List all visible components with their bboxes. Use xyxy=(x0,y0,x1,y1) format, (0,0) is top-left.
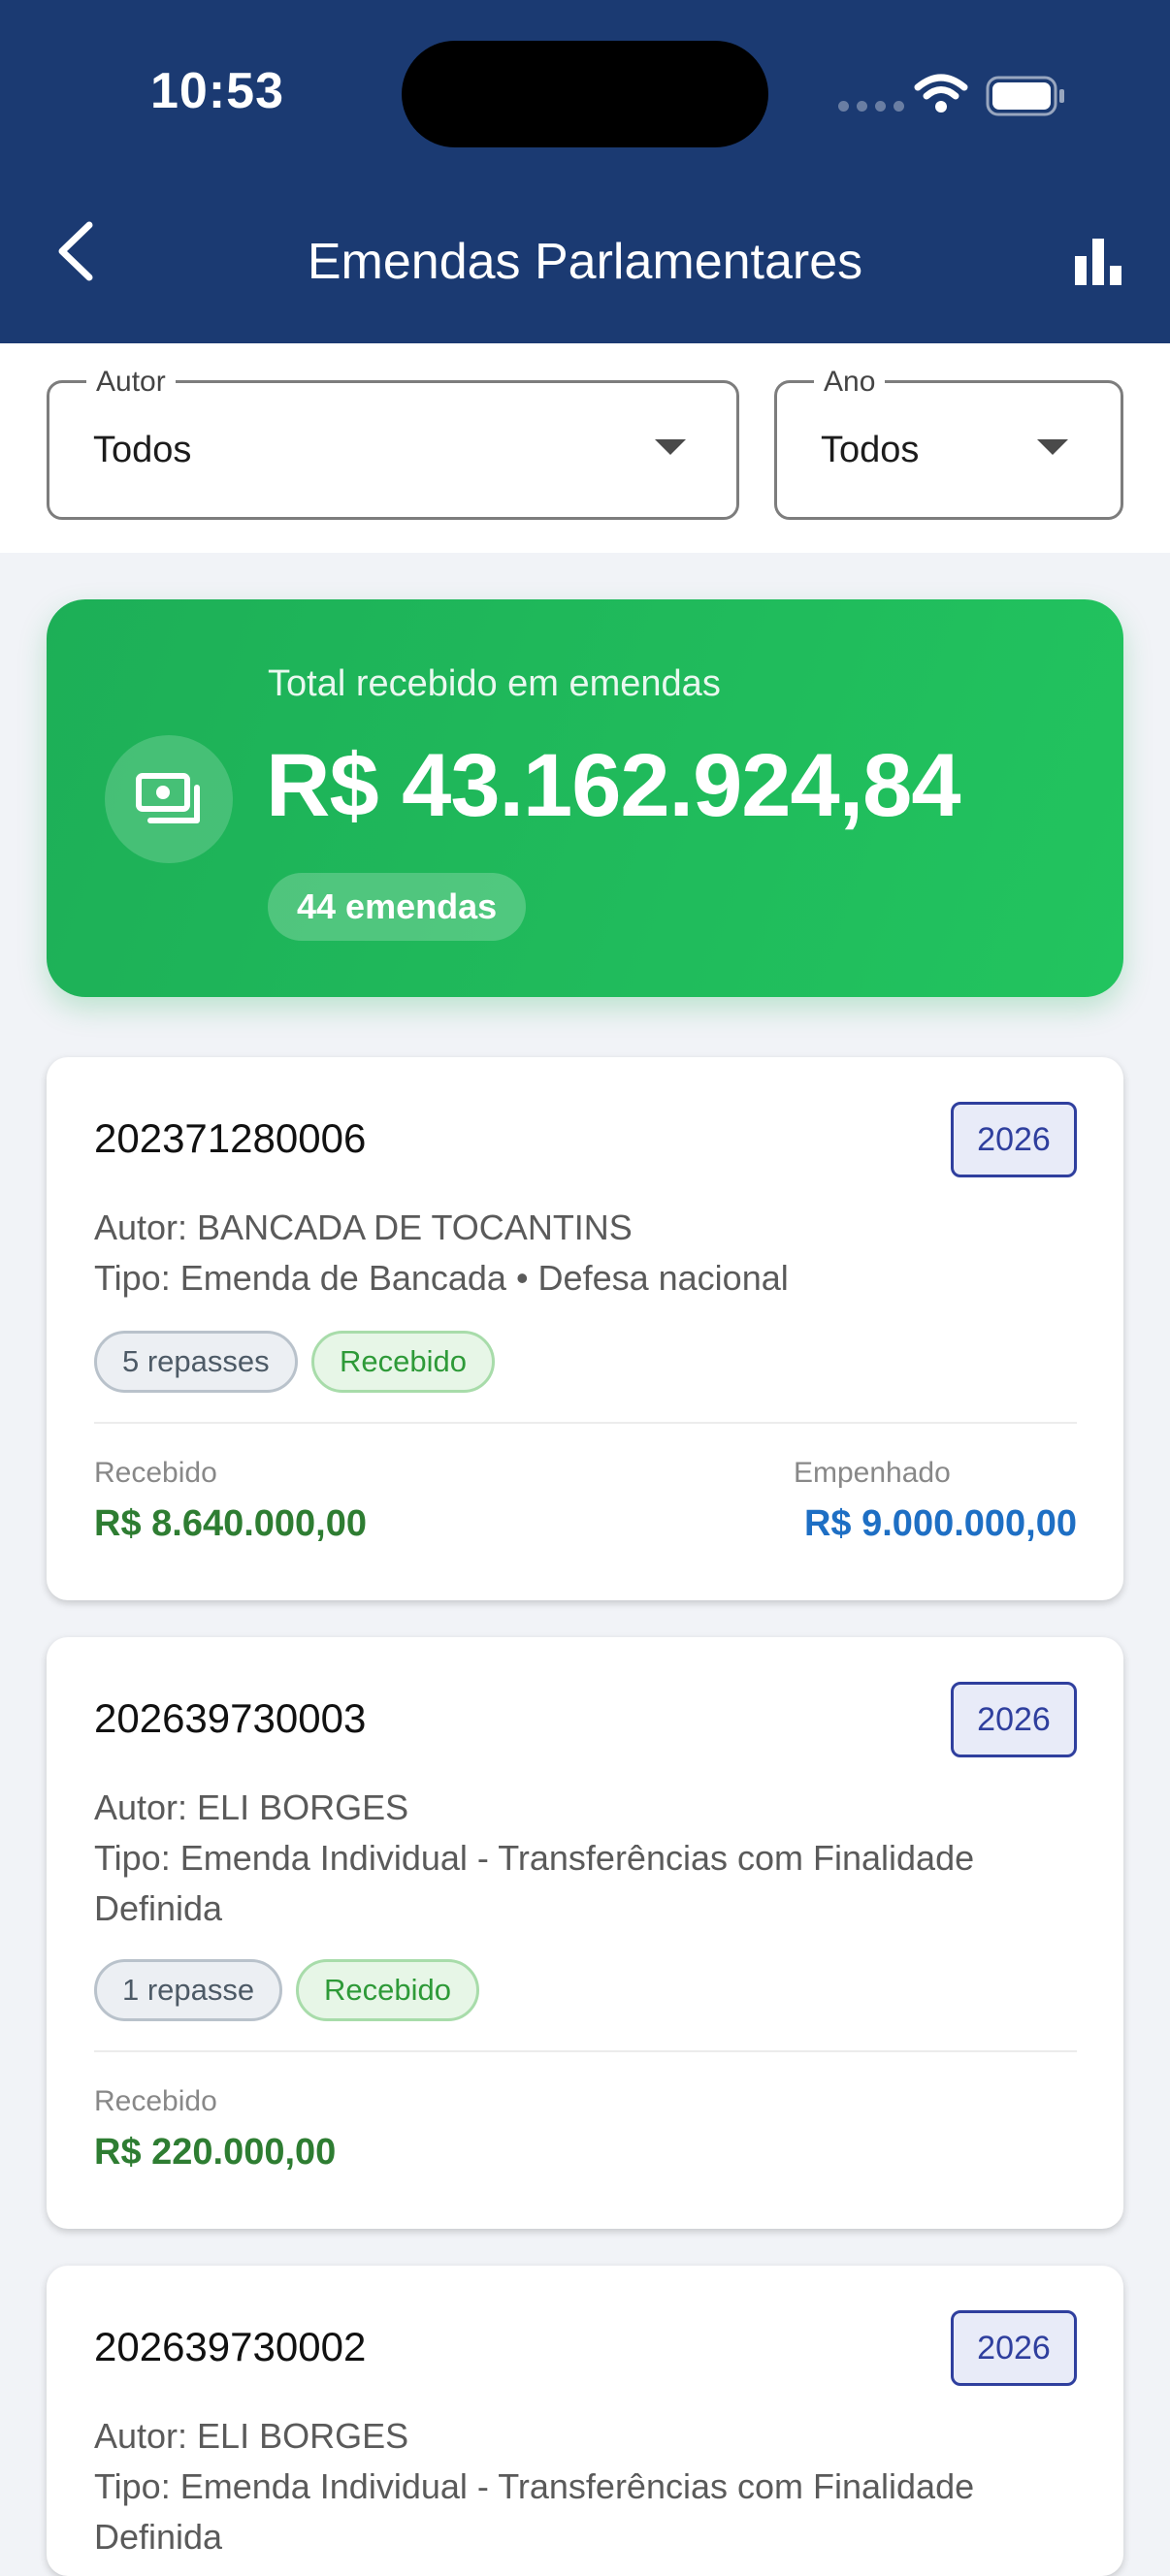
bar-chart-icon xyxy=(1075,239,1121,285)
status-chip: Recebido xyxy=(311,1331,495,1393)
emenda-author: Autor: ELI BORGES xyxy=(94,2416,409,2456)
dropdown-arrow-icon xyxy=(655,439,686,455)
repasses-chip: 5 repasses xyxy=(94,1331,298,1393)
emenda-card[interactable]: 202639730003 2026 Autor: ELI BORGES Tipo… xyxy=(47,1637,1123,2229)
cellular-signal-icon xyxy=(838,101,904,112)
total-count-badge: 44 emendas xyxy=(268,873,527,941)
total-label: Total recebido em emendas xyxy=(268,663,721,704)
app-header: 10:53 Emendas Parlamentares xyxy=(0,0,1170,343)
emenda-card[interactable]: 202639730002 2026 Autor: ELI BORGES Tipo… xyxy=(47,2266,1123,2576)
received-label: Recebido xyxy=(94,1457,217,1489)
year-select[interactable]: Ano Todos xyxy=(774,366,1123,520)
author-select-label: Autor xyxy=(86,366,176,399)
filter-bar: Autor Todos Ano Todos xyxy=(0,343,1170,553)
emenda-type-cont: Definida xyxy=(94,1888,223,1928)
divider xyxy=(94,1422,1077,1424)
received-value: R$ 8.640.000,00 xyxy=(94,1503,368,1544)
committed-value: R$ 9.000.000,00 xyxy=(803,1503,1077,1544)
wifi-icon xyxy=(914,74,968,113)
emenda-author: Autor: BANCADA DE TOCANTINS xyxy=(94,1208,633,1247)
author-select[interactable]: Autor Todos xyxy=(47,366,739,520)
status-time: 10:53 xyxy=(150,63,284,119)
emenda-type: Tipo: Emenda de Bancada • Defesa naciona… xyxy=(94,1258,789,1298)
year-select-value: Todos xyxy=(821,430,920,470)
money-icon xyxy=(136,773,200,823)
page-title: Emendas Parlamentares xyxy=(307,234,863,290)
year-badge: 2026 xyxy=(951,1682,1077,1757)
statistics-button[interactable] xyxy=(1073,237,1123,287)
received-value: R$ 220.000,00 xyxy=(94,2132,337,2173)
year-badge: 2026 xyxy=(951,2310,1077,2386)
emenda-id: 202371280006 xyxy=(94,1115,367,1161)
emenda-type-cont: Definida xyxy=(94,2517,223,2557)
battery-icon xyxy=(986,76,1064,116)
dynamic-island xyxy=(402,41,768,147)
emenda-id: 202639730002 xyxy=(94,2324,367,2369)
repasses-chip: 1 repasse xyxy=(94,1959,283,2021)
divider xyxy=(94,2050,1077,2052)
year-select-label: Ano xyxy=(814,366,886,399)
emenda-id: 202639730003 xyxy=(94,1695,367,1741)
received-label: Recebido xyxy=(94,2085,217,2117)
author-select-value: Todos xyxy=(93,430,192,470)
status-chip: Recebido xyxy=(296,1959,479,2021)
money-icon-circle xyxy=(105,735,233,863)
emenda-card[interactable]: 202371280006 2026 Autor: BANCADA DE TOCA… xyxy=(47,1057,1123,1600)
emenda-type: Tipo: Emenda Individual - Transferências… xyxy=(94,2466,975,2506)
total-summary-card: Total recebido em emendas R$ 43.162.924,… xyxy=(47,599,1123,997)
committed-label: Empenhado xyxy=(794,1457,951,1489)
year-badge: 2026 xyxy=(951,1102,1077,1177)
dropdown-arrow-icon xyxy=(1037,439,1068,455)
emenda-author: Autor: ELI BORGES xyxy=(94,1787,409,1827)
emenda-type: Tipo: Emenda Individual - Transferências… xyxy=(94,1838,975,1878)
total-value: R$ 43.162.924,84 xyxy=(266,736,961,835)
